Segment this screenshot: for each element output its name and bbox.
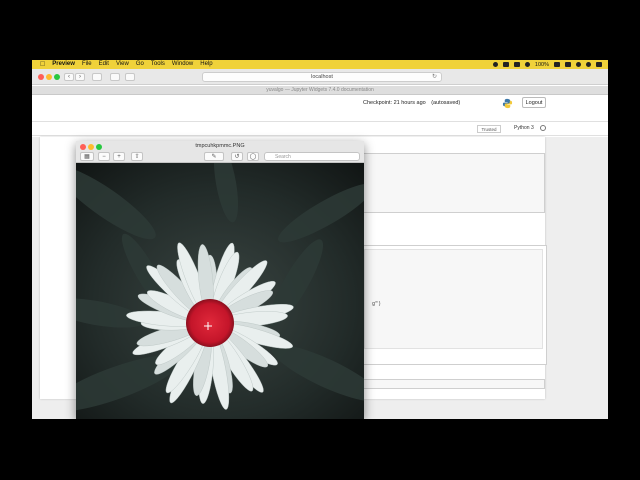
sidebar-icon[interactable] xyxy=(92,73,102,81)
list-icon[interactable] xyxy=(596,62,602,67)
record-icon[interactable] xyxy=(492,62,498,67)
siri-icon[interactable] xyxy=(586,62,591,67)
zoom-in-icon[interactable]: + xyxy=(113,152,125,161)
zoom-out-icon[interactable]: − xyxy=(98,152,110,161)
back-icon[interactable]: ‹ xyxy=(64,73,74,81)
close-icon[interactable] xyxy=(38,74,44,80)
apple-menu-icon[interactable]:  xyxy=(40,60,45,69)
preview-search-input[interactable]: Search xyxy=(264,152,360,161)
menu-preview[interactable]: Preview xyxy=(52,60,75,69)
cloud-icon[interactable] xyxy=(502,62,509,67)
markup-pen-icon[interactable]: ✎ xyxy=(204,152,224,161)
kernel-status-icon xyxy=(540,125,546,131)
reader-icon[interactable] xyxy=(110,73,120,81)
zoom-icon[interactable] xyxy=(54,74,60,80)
notebook-cell[interactable] xyxy=(360,153,545,213)
notebook-header: Checkpoint: 21 hours ago (autosaved) Log… xyxy=(32,95,608,122)
autosave-text: (autosaved) xyxy=(431,100,461,106)
menu-file[interactable]: File xyxy=(82,60,92,69)
menu-bar:  Preview File Edit View Go Tools Window… xyxy=(32,60,608,69)
volume-icon[interactable] xyxy=(513,62,520,67)
share-icon[interactable]: ⇧ xyxy=(131,152,143,161)
python-logo-icon xyxy=(502,98,513,109)
wifi-icon[interactable] xyxy=(524,62,530,67)
battery-icon[interactable] xyxy=(554,62,560,67)
cell-input-area[interactable]: g") xyxy=(364,249,543,349)
battery-percent: 100% xyxy=(534,61,549,68)
cell-code-fragment: g") xyxy=(372,301,382,307)
preview-title: tmpcuhkpmmc.PNG xyxy=(195,143,245,149)
browser-toolbar: ‹ › localhost ↻ xyxy=(32,69,608,85)
annotate-icon[interactable]: ◯ xyxy=(247,152,259,161)
logout-button[interactable]: Logout xyxy=(522,97,546,108)
notebook-cell[interactable] xyxy=(360,379,545,389)
preview-titlebar: tmpcuhkpmmc.PNG ▦ − + ⇧ ✎ ↺ ◯ Search xyxy=(76,141,364,163)
menu-help[interactable]: Help xyxy=(200,60,212,69)
flower-center xyxy=(186,299,234,347)
notebook-cell[interactable]: g") xyxy=(360,245,547,365)
preview-window: tmpcuhkpmmc.PNG ▦ − + ⇧ ✎ ↺ ◯ Search xyxy=(76,141,364,419)
flower-photo[interactable] xyxy=(76,163,364,419)
kernel-name: Python 3 xyxy=(514,125,534,131)
url-text: localhost xyxy=(311,74,333,80)
extension-icon[interactable] xyxy=(125,73,135,81)
checkpoint-text: Checkpoint: 21 hours ago xyxy=(363,100,426,106)
view-menu-icon[interactable]: ▦ xyxy=(80,152,94,161)
checkpoint-status: Checkpoint: 21 hours ago (autosaved) xyxy=(363,100,460,106)
desktop-screen:  Preview File Edit View Go Tools Window… xyxy=(32,60,608,419)
menu-tools[interactable]: Tools xyxy=(151,60,165,69)
forward-icon[interactable]: › xyxy=(75,73,85,81)
menu-go[interactable]: Go xyxy=(136,60,144,69)
tab-title: yuvalgo — Jupyter Widgets 7.4.0 document… xyxy=(266,87,374,93)
minimize-icon[interactable] xyxy=(46,74,52,80)
menu-edit[interactable]: Edit xyxy=(99,60,109,69)
trusted-badge[interactable]: Trusted xyxy=(477,125,501,133)
search-icon[interactable] xyxy=(576,62,581,67)
notebook-toolbar: Trusted Python 3 xyxy=(32,122,608,136)
rotate-icon[interactable]: ↺ xyxy=(231,152,243,161)
reload-icon[interactable]: ↻ xyxy=(432,73,437,82)
address-bar[interactable]: localhost ↻ xyxy=(202,72,442,82)
browser-tab[interactable]: yuvalgo — Jupyter Widgets 7.4.0 document… xyxy=(32,86,608,95)
menu-view[interactable]: View xyxy=(116,60,129,69)
menu-window[interactable]: Window xyxy=(172,60,193,69)
flag-icon[interactable] xyxy=(565,62,571,67)
